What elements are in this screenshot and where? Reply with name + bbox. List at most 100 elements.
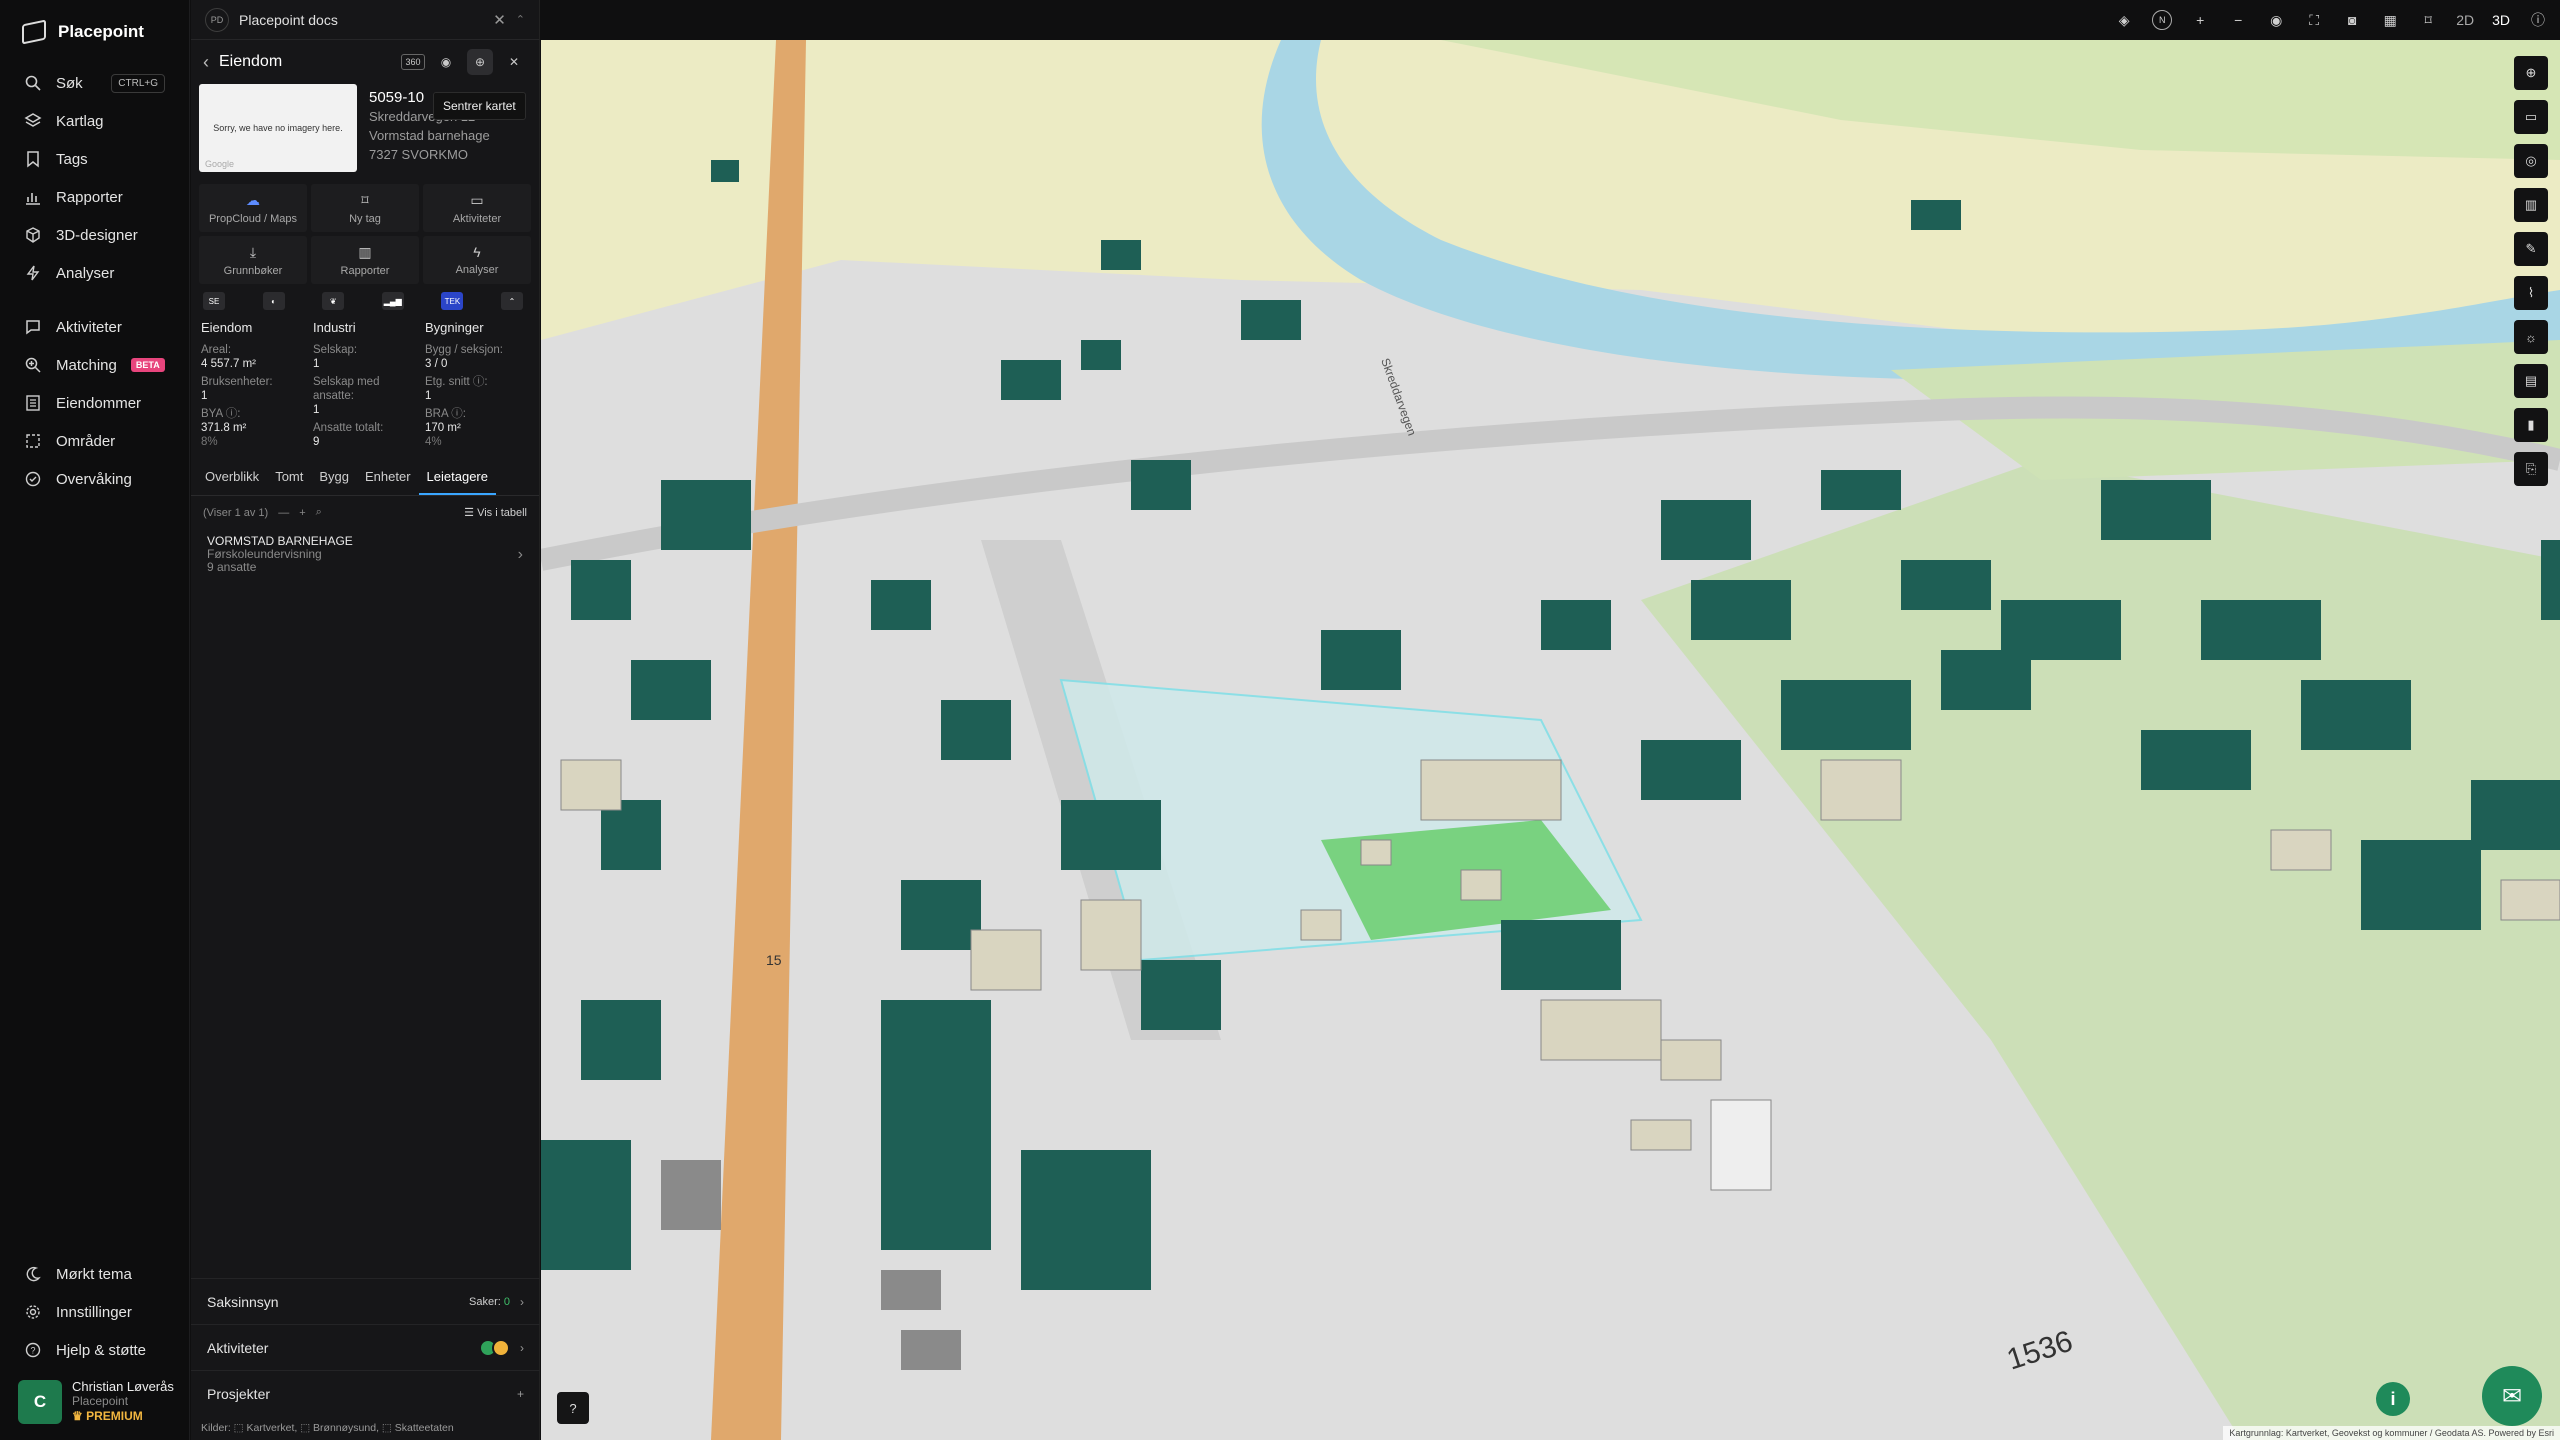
- map-canvas[interactable]: Skreddarvegen 1536 15: [541, 40, 2560, 1440]
- building[interactable]: [1141, 960, 1221, 1030]
- source-tab-bars[interactable]: ▂▄▆: [381, 292, 404, 310]
- nav-item-analyser[interactable]: Analyser: [0, 254, 189, 292]
- brand[interactable]: Placepoint: [0, 0, 189, 64]
- source-tab-tek[interactable]: TEK: [441, 292, 464, 310]
- building[interactable]: [1710, 1099, 1772, 1191]
- grunnboker-button[interactable]: ⤓ Grunnbøker: [199, 236, 307, 284]
- add-icon[interactable]: +: [299, 507, 305, 519]
- building[interactable]: [1081, 340, 1121, 370]
- building[interactable]: [1691, 580, 1791, 640]
- stats-icon[interactable]: ▤: [2514, 364, 2548, 398]
- building[interactable]: [1360, 839, 1392, 866]
- chart-icon[interactable]: ▥: [2514, 188, 2548, 222]
- nav-item-omrader[interactable]: Områder: [0, 422, 189, 460]
- building[interactable]: [1501, 920, 1621, 990]
- section-prosjekter[interactable]: Prosjekter +: [191, 1370, 540, 1416]
- propcloud-button[interactable]: ☁ PropCloud / Maps: [199, 184, 307, 232]
- building[interactable]: [2141, 730, 2251, 790]
- building[interactable]: [2361, 840, 2481, 930]
- compass-icon[interactable]: N: [2152, 10, 2173, 30]
- building[interactable]: [1941, 650, 2031, 710]
- building[interactable]: [1540, 999, 1662, 1061]
- nav-item-aktiviteter[interactable]: Aktiviteter: [0, 308, 189, 346]
- expand-icon[interactable]: ⌃: [516, 13, 525, 26]
- building[interactable]: [560, 759, 622, 811]
- building[interactable]: [1420, 759, 1562, 821]
- nav-item-overvaking[interactable]: Overvåking: [0, 460, 189, 498]
- building[interactable]: [2201, 600, 2321, 660]
- mode-3d-button[interactable]: 3D: [2492, 12, 2510, 28]
- sun-icon[interactable]: ☼: [2514, 320, 2548, 354]
- building[interactable]: [1820, 759, 1902, 821]
- export-icon[interactable]: ⎘: [2514, 452, 2548, 486]
- new-tag-button[interactable]: ⌑ Ny tag: [311, 184, 419, 232]
- building[interactable]: [1901, 560, 1991, 610]
- collapse-icon[interactable]: —: [278, 507, 289, 519]
- eye-icon[interactable]: ◉: [433, 49, 459, 75]
- section-aktiviteter[interactable]: Aktiviteter ›: [191, 1324, 540, 1370]
- tab-leietagere[interactable]: Leietagere: [418, 463, 496, 495]
- tab-tomt[interactable]: Tomt: [267, 463, 311, 495]
- list-item[interactable]: VORMSTAD BARNEHAGE Førskoleundervisning …: [191, 529, 539, 580]
- measure-icon[interactable]: ▭: [2514, 100, 2548, 134]
- building[interactable]: [1321, 630, 1401, 690]
- building[interactable]: [1911, 200, 1961, 230]
- nav-item-tags[interactable]: Tags: [0, 140, 189, 178]
- nav-item-kartlag[interactable]: Kartlag: [0, 102, 189, 140]
- building[interactable]: [541, 1140, 631, 1270]
- building[interactable]: [2301, 680, 2411, 750]
- view-360-button[interactable]: 360: [401, 54, 425, 70]
- add-icon[interactable]: +: [517, 1387, 524, 1401]
- building[interactable]: [1001, 360, 1061, 400]
- tab-enheter[interactable]: Enheter: [357, 463, 419, 495]
- building[interactable]: [1300, 909, 1342, 941]
- profile-icon[interactable]: ⌇: [2514, 276, 2548, 310]
- analyses-button[interactable]: ϟ Analyser: [423, 236, 531, 284]
- zoom-in-icon[interactable]: +: [2190, 10, 2210, 30]
- building[interactable]: [881, 1000, 991, 1250]
- building[interactable]: [901, 1330, 961, 1370]
- show-in-table-link[interactable]: ☰ Vis i tabell: [464, 506, 527, 519]
- nav-item-dark-theme[interactable]: Mørkt tema: [0, 1255, 190, 1293]
- grid-icon[interactable]: ▦: [2380, 10, 2400, 30]
- building[interactable]: [1241, 300, 1301, 340]
- activities-button[interactable]: ▭ Aktiviteter: [423, 184, 531, 232]
- nav-item-search[interactable]: Søk CTRL+G: [0, 64, 189, 102]
- tab-bygg[interactable]: Bygg: [311, 463, 357, 495]
- map-view[interactable]: Skreddarvegen 1536 15 ◈ N + − ◉ ⛶ ◙ ▦ ⌑ …: [541, 0, 2560, 1440]
- mode-2d-button[interactable]: 2D: [2456, 12, 2474, 28]
- layers-toggle-icon[interactable]: ◈: [2114, 10, 2134, 30]
- draw-icon[interactable]: ✎: [2514, 232, 2548, 266]
- building[interactable]: [871, 580, 931, 630]
- search-icon[interactable]: ⌕: [316, 506, 322, 519]
- zoom-out-icon[interactable]: −: [2228, 10, 2248, 30]
- nav-item-help[interactable]: ? Hjelp & støtte: [0, 1331, 190, 1369]
- building[interactable]: [1821, 470, 1901, 510]
- building[interactable]: [881, 1270, 941, 1310]
- building[interactable]: [571, 560, 631, 620]
- building[interactable]: [1630, 1119, 1692, 1151]
- nav-item-matching[interactable]: Matching BETA: [0, 346, 189, 384]
- building[interactable]: [2270, 829, 2332, 871]
- bookmark-icon[interactable]: ⌑: [2418, 10, 2438, 30]
- building[interactable]: [661, 480, 751, 550]
- center-map-button[interactable]: ⊕: [467, 49, 493, 75]
- building[interactable]: [1661, 500, 1751, 560]
- source-tab-se[interactable]: SE: [203, 292, 225, 310]
- building[interactable]: [1131, 460, 1191, 510]
- source-tab-plants[interactable]: ❦: [322, 292, 345, 310]
- help-button[interactable]: ?: [557, 1392, 589, 1424]
- tab-overblikk[interactable]: Overblikk: [197, 463, 267, 495]
- building[interactable]: [2541, 540, 2560, 620]
- zoom-extent-icon[interactable]: ⊕: [2514, 56, 2548, 90]
- user-card[interactable]: C Christian Løverås Placepoint ♛ PREMIUM: [18, 1379, 176, 1424]
- histogram-icon[interactable]: ▮: [2514, 408, 2548, 442]
- source-tab-more[interactable]: ⌃: [500, 292, 523, 310]
- eye-icon[interactable]: ◉: [2266, 10, 2286, 30]
- close-icon[interactable]: ✕: [493, 11, 506, 29]
- building[interactable]: [1061, 800, 1161, 870]
- building[interactable]: [711, 160, 739, 182]
- building[interactable]: [631, 660, 711, 720]
- reports-button[interactable]: ▥ Rapporter: [311, 236, 419, 284]
- building[interactable]: [581, 1000, 661, 1080]
